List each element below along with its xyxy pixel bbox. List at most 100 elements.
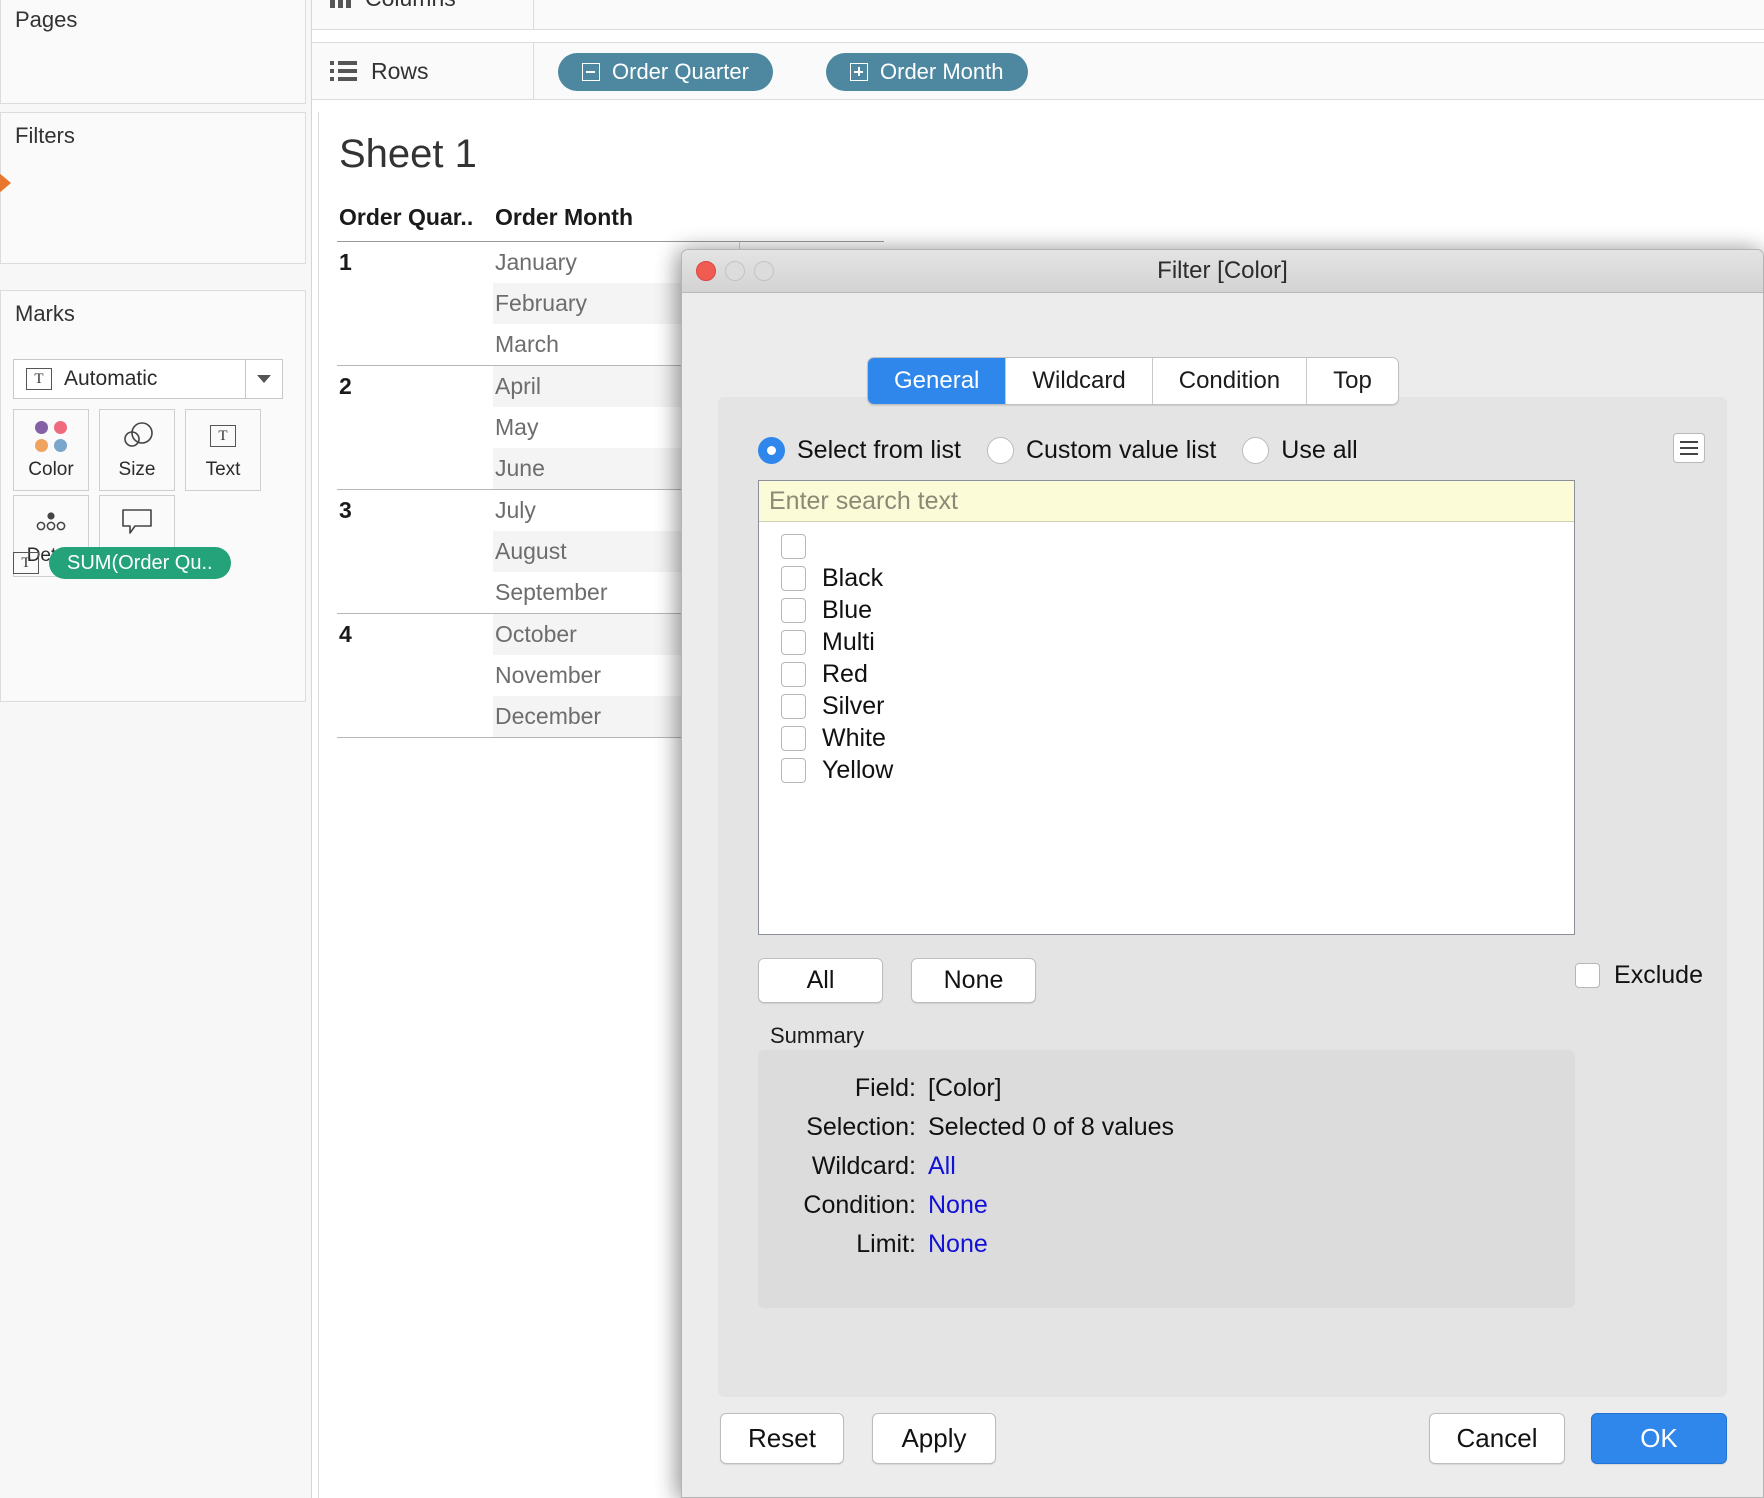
cell-quarter — [337, 448, 493, 490]
marks-card: Marks T Automatic Color Size T Text T SU… — [0, 290, 306, 702]
cell-quarter — [337, 407, 493, 448]
col-header-order-month[interactable]: Order Month — [493, 204, 740, 242]
ok-button[interactable]: OK — [1591, 1413, 1727, 1464]
size-circles-icon — [119, 419, 155, 453]
dialog-body: General Wildcard Condition Top Select fr… — [682, 293, 1763, 1497]
chevron-down-icon — [257, 375, 271, 383]
list-item-checkbox[interactable] — [781, 565, 806, 591]
cancel-button[interactable]: Cancel — [1429, 1413, 1565, 1464]
col-header-order-quarter[interactable]: Order Quar.. — [337, 204, 493, 242]
dialog-tabs: General Wildcard Condition Top — [867, 357, 1399, 405]
rows-pill-order-month-label: Order Month — [880, 59, 1004, 84]
tab-general[interactable]: General — [868, 358, 1007, 404]
list-item[interactable]: Blue — [781, 594, 1574, 626]
cell-quarter — [337, 655, 493, 696]
rows-pill-order-quarter[interactable]: Order Quarter — [558, 53, 773, 91]
exclude-label: Exclude — [1614, 961, 1703, 989]
rows-shelf-label-box: Rows — [312, 43, 534, 99]
marks-type-dropdown-button[interactable] — [245, 360, 282, 398]
marks-card-field-row: T SUM(Order Qu.. — [13, 547, 231, 579]
list-item[interactable]: White — [781, 722, 1574, 754]
marks-color-label: Color — [28, 459, 74, 480]
summary-grid: Field: [Color] Selection: Selected 0 of 8 v… — [758, 1050, 1575, 1259]
plus-box-icon[interactable] — [850, 63, 868, 81]
summary-value: Selected 0 of 8 values — [928, 1113, 1174, 1141]
tab-wildcard[interactable]: Wildcard — [1006, 358, 1153, 404]
tab-condition[interactable]: Condition — [1152, 358, 1308, 404]
summary-key: Limit: — [856, 1230, 916, 1258]
cell-quarter: 4 — [337, 613, 493, 655]
radio-unselected-icon[interactable] — [986, 437, 1014, 464]
marks-text-label: Text — [205, 459, 241, 480]
reset-button[interactable]: Reset — [720, 1413, 844, 1464]
marks-size-button[interactable]: Size — [99, 409, 175, 491]
tooltip-bubble-icon — [121, 505, 153, 539]
table-header-row: Order Quar.. Order Month — [337, 204, 884, 242]
text-mark-icon: T — [13, 552, 39, 574]
filters-drop-arrow-icon — [0, 172, 11, 194]
columns-shelf[interactable]: Columns — [312, 0, 1764, 30]
list-item-checkbox[interactable] — [781, 757, 806, 783]
list-item[interactable] — [781, 530, 1574, 562]
cell-quarter — [337, 531, 493, 572]
exclude-checkbox-row[interactable]: Exclude — [1575, 961, 1703, 990]
radio-custom-value-list[interactable]: Custom value list — [986, 436, 1217, 465]
pages-card[interactable]: Pages — [0, 0, 306, 104]
summary-box: Field: [Color] Selection: Selected 0 of 8 v… — [758, 1050, 1575, 1308]
apply-button[interactable]: Apply — [872, 1413, 996, 1464]
list-item-checkbox[interactable] — [781, 533, 806, 559]
list-item-label: Red — [822, 659, 868, 688]
radio-unselected-icon[interactable] — [1242, 437, 1270, 464]
list-item[interactable]: Multi — [781, 626, 1574, 658]
rows-shelf[interactable]: Rows Order Quarter Order Month — [312, 42, 1764, 100]
summary-value[interactable]: All — [928, 1152, 1575, 1181]
search-placeholder: Enter search text — [769, 486, 958, 515]
list-item-checkbox[interactable] — [781, 725, 806, 751]
list-options-menu-icon[interactable] — [1673, 433, 1705, 463]
select-all-none-group: All None — [758, 958, 1036, 1003]
values-listbox: Enter search text Black Blue Multi Red Silve… — [758, 480, 1575, 935]
list-item[interactable]: Red — [781, 658, 1574, 690]
none-button[interactable]: None — [911, 958, 1036, 1003]
cell-quarter — [337, 572, 493, 614]
cell-quarter — [337, 324, 493, 366]
list-item-checkbox[interactable] — [781, 661, 806, 687]
search-input[interactable]: Enter search text — [759, 481, 1574, 522]
radio-custom-value-list-label: Custom value list — [1025, 436, 1217, 464]
all-button[interactable]: All — [758, 958, 883, 1003]
summary-heading: Summary — [770, 1023, 865, 1048]
marks-color-button[interactable]: Color — [13, 409, 89, 491]
list-item-checkbox[interactable] — [781, 693, 806, 719]
marks-measure-pill[interactable]: SUM(Order Qu.. — [49, 547, 231, 579]
left-shelf-panel: Pages Filters Marks T Automatic Color Si… — [0, 0, 312, 1498]
rows-pill-order-month[interactable]: Order Month — [826, 53, 1028, 91]
columns-shelf-label-box: Columns — [312, 0, 534, 29]
marks-type-selector[interactable]: T Automatic — [13, 359, 283, 399]
filters-card[interactable]: Filters — [0, 112, 306, 264]
exclude-checkbox[interactable] — [1575, 963, 1601, 988]
cell-quarter — [337, 696, 493, 738]
text-mark-icon: T — [26, 368, 52, 390]
summary-value[interactable]: None — [928, 1191, 1575, 1220]
list-item-checkbox[interactable] — [781, 597, 806, 623]
filter-mode-radio-group: Select from list Custom value list Use a… — [758, 436, 1358, 465]
columns-icon — [330, 0, 351, 8]
list-item-label: Silver — [822, 691, 885, 720]
radio-select-from-list[interactable]: Select from list — [758, 436, 961, 465]
list-item-label: Black — [822, 563, 884, 592]
marks-text-button[interactable]: T Text — [185, 409, 261, 491]
radio-selected-icon[interactable] — [758, 437, 785, 464]
minus-box-icon[interactable] — [582, 63, 600, 81]
list-item[interactable]: Black — [781, 562, 1574, 594]
summary-value[interactable]: None — [928, 1230, 1575, 1259]
rows-pill-order-quarter-label: Order Quarter — [612, 59, 749, 84]
dialog-titlebar[interactable]: Filter [Color] — [682, 250, 1763, 293]
list-item-checkbox[interactable] — [781, 629, 806, 655]
radio-use-all[interactable]: Use all — [1242, 436, 1358, 465]
list-item[interactable]: Silver — [781, 690, 1574, 722]
tableau-window: Pages Filters Marks T Automatic Color Si… — [0, 0, 1764, 1498]
list-item[interactable]: Yellow — [781, 754, 1574, 786]
detail-dots-icon — [33, 505, 69, 539]
summary-key: Field: — [854, 1074, 916, 1102]
tab-top[interactable]: Top — [1307, 358, 1398, 404]
